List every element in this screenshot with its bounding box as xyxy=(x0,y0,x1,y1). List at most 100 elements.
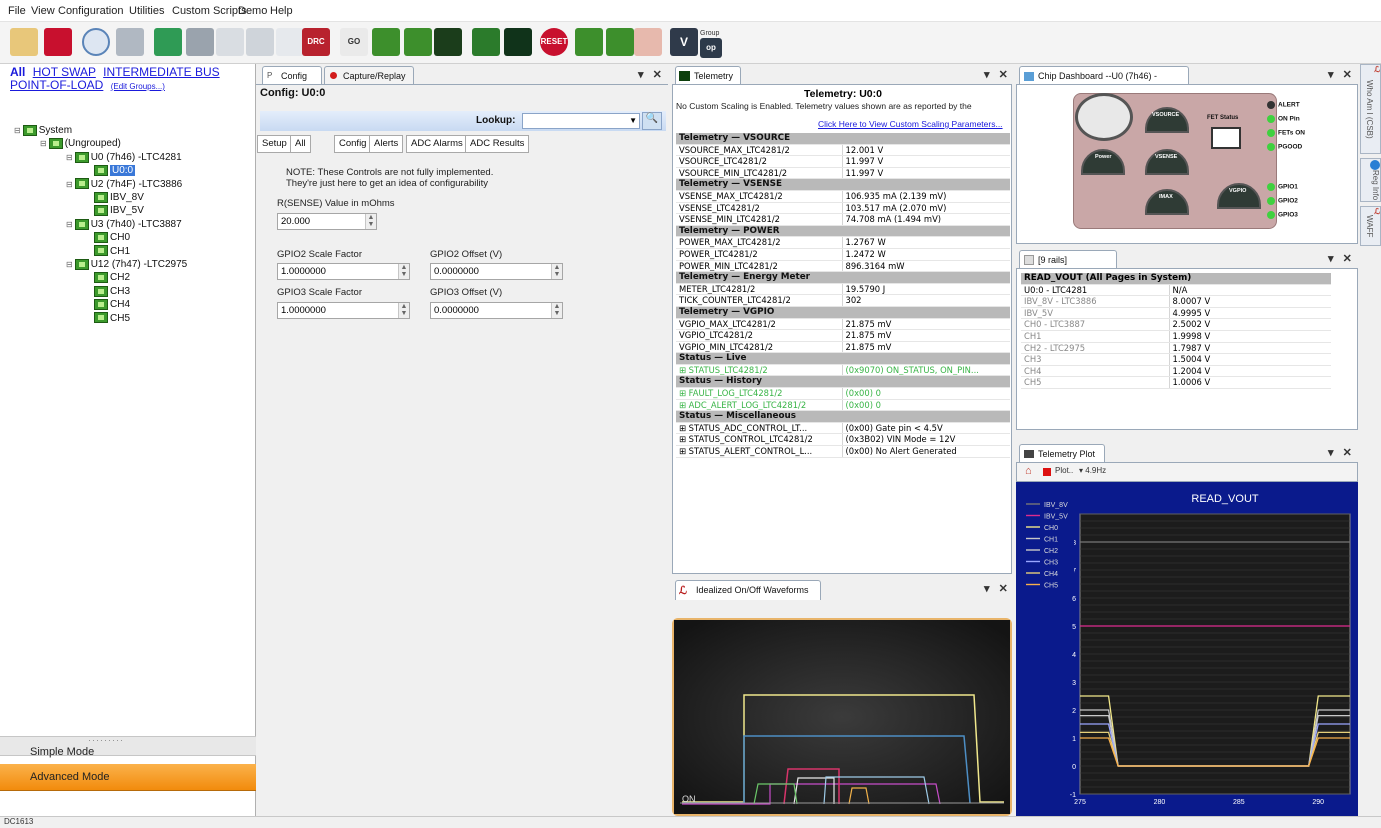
menu-view[interactable]: View xyxy=(31,5,55,17)
telemetry-row[interactable]: VSOURCE_MAX_LTC4281/2 12.001 V xyxy=(676,144,1010,157)
menu-help[interactable]: Help xyxy=(270,5,293,17)
edit-groups-link[interactable]: (Edit Groups...) xyxy=(111,82,165,91)
tab-telemetry[interactable]: Telemetry xyxy=(675,66,741,86)
nvm-to-ram-icon[interactable] xyxy=(404,28,432,56)
console-icon[interactable] xyxy=(504,28,532,56)
read-vout-row[interactable]: CH2 - LTC2975 1.7987 V xyxy=(1021,342,1331,355)
subtab-config[interactable]: Config xyxy=(334,135,372,153)
read-vout-row[interactable]: U0:0 - LTC4281 N/A xyxy=(1021,284,1331,297)
rsense-field[interactable]: 20.000 xyxy=(277,213,377,230)
tree-expander-icon[interactable]: ⊟ xyxy=(40,139,47,148)
cf-icon[interactable] xyxy=(472,28,500,56)
read-vout-menu-close-icon[interactable]: ▾ ✕ xyxy=(1328,252,1355,265)
tab-chip-dashboard[interactable]: Chip Dashboard --U0 (7h46) -LTC4281 xyxy=(1019,66,1189,99)
lookup-search-icon[interactable]: 🔍 xyxy=(642,112,662,130)
splitter-grip[interactable]: ········· xyxy=(88,735,124,745)
menu-demo[interactable]: Demo xyxy=(238,5,267,17)
telemetry-row[interactable]: VSENSE_MIN_LTC4281/2 74.708 mA (1.494 mV) xyxy=(676,213,1010,226)
waveforms-menu-close-icon[interactable]: ▾ ✕ xyxy=(984,582,1011,595)
subtab-adc-alarms[interactable]: ADC Alarms xyxy=(406,135,468,153)
telemetry-row[interactable]: ⊞ FAULT_LOG_LTC4281/2 (0x00) 0 xyxy=(676,387,1010,400)
tree-node[interactable]: IBV_8V xyxy=(92,191,144,204)
chip-search-icon[interactable] xyxy=(116,28,144,56)
rsense-spin[interactable]: ▲ ▼ xyxy=(365,214,376,229)
tree-expander-icon[interactable]: ⊟ xyxy=(66,180,73,189)
lookup-select[interactable]: ▼ xyxy=(522,113,640,129)
dashboard-menu-close-icon[interactable]: ▾ ✕ xyxy=(1328,68,1355,81)
side-tab-reg-info[interactable]: Reg Info xyxy=(1360,158,1381,202)
tree-node[interactable]: CH4 xyxy=(92,298,130,311)
read-vout-row[interactable]: CH4 1.2004 V xyxy=(1021,365,1331,378)
read-vout-row[interactable]: CH1 1.9998 V xyxy=(1021,330,1331,343)
reset-button[interactable]: RESET xyxy=(540,28,568,56)
telemetry-row[interactable]: TICK_COUNTER_LTC4281/2 302 xyxy=(676,294,1010,307)
tab-read-vout[interactable]: [9 rails] READ_VOUT xyxy=(1019,250,1117,283)
tree-expander-icon[interactable]: ⊟ xyxy=(66,260,73,269)
filter-intermediate-bus[interactable]: INTERMEDIATE BUS xyxy=(103,65,219,79)
tree-expander-icon[interactable]: ⊟ xyxy=(14,126,21,135)
v-button[interactable]: V xyxy=(670,28,698,56)
nvm-ram-icon[interactable] xyxy=(606,28,634,56)
tree-node[interactable]: ⊟ (Ungrouped) xyxy=(40,137,121,150)
telemetry-row[interactable]: VSENSE_LTC4281/2 103.517 mA (2.070 mV) xyxy=(676,202,1010,215)
clipboard-icon[interactable] xyxy=(246,28,274,56)
drc-button[interactable]: DRC xyxy=(302,28,330,56)
custom-scaling-link[interactable]: Click Here to View Custom Scaling Parame… xyxy=(818,119,1003,129)
gpio2-scale-field[interactable]: 1.0000000 xyxy=(277,263,410,280)
telemetry-row[interactable]: ⊞ STATUS_ALERT_CONTROL_L... (0x00) No Ale… xyxy=(676,445,1010,458)
telemetry-row[interactable]: POWER_MIN_LTC4281/2 896.3164 mW xyxy=(676,260,1010,273)
telemetry-row[interactable]: VSOURCE_LTC4281/2 11.997 V xyxy=(676,155,1010,168)
plot-rate[interactable]: ▾ 4.9Hz xyxy=(1079,466,1106,475)
go-button[interactable]: GO xyxy=(340,28,368,56)
tree-node[interactable]: ⊟ U0 (7h46) -LTC4281 xyxy=(66,151,182,164)
filter-all[interactable]: All xyxy=(10,65,25,79)
filter-hot-swap[interactable]: HOT SWAP xyxy=(33,65,96,79)
chip-icon[interactable] xyxy=(154,28,182,56)
telemetry-row[interactable]: METER_LTC4281/2 19.5790 J xyxy=(676,283,1010,296)
tree-node[interactable]: U0:0 xyxy=(92,164,136,177)
telemetry-menu-close-icon[interactable]: ▾ ✕ xyxy=(984,68,1011,81)
grid-icon[interactable] xyxy=(186,28,214,56)
subtab-setup[interactable]: Setup xyxy=(257,135,292,153)
tree-node[interactable]: ⊟ U2 (7h4F) -LTC3886 xyxy=(66,178,182,191)
read-vout-row[interactable]: CH3 1.5004 V xyxy=(1021,353,1331,366)
advanced-mode-button[interactable]: Advanced Mode xyxy=(0,764,256,791)
read-vout-row[interactable]: IBV_5V 4.9995 V xyxy=(1021,307,1331,320)
tree-node[interactable]: ⊟ U3 (7h40) -LTC3887 xyxy=(66,218,182,231)
fl-icon[interactable] xyxy=(634,28,662,56)
telemetry-row[interactable]: VGPIO_MAX_LTC4281/2 21.875 mV xyxy=(676,318,1010,331)
simple-mode-button[interactable]: Simple Mode xyxy=(30,746,94,758)
tree-node[interactable]: CH5 xyxy=(92,312,130,325)
tree-node[interactable]: IBV_5V xyxy=(92,204,144,217)
subtab-adc-results[interactable]: ADC Results xyxy=(465,135,530,153)
menu-utilities[interactable]: Utilities xyxy=(129,5,164,17)
gpio3-offset-field[interactable]: 0.0000000 xyxy=(430,302,563,319)
gpio3-scale-field[interactable]: 1.0000000 xyxy=(277,302,410,319)
gpio2-scale-spin[interactable]: ▲ ▼ xyxy=(398,264,409,279)
menu-configuration[interactable]: Configuration xyxy=(58,5,123,17)
plot-menu-close-icon[interactable]: ▾ ✕ xyxy=(1328,446,1355,459)
telemetry-row[interactable]: VGPIO_LTC4281/2 21.875 mV xyxy=(676,329,1010,342)
gpio3-scale-spin[interactable]: ▲ ▼ xyxy=(398,303,409,318)
home-icon[interactable]: ⌂ xyxy=(1025,465,1032,477)
subtab-all[interactable]: All xyxy=(290,135,311,153)
telemetry-row[interactable]: ⊞ STATUS_ADC_CONTROL_LT... (0x00) Gate pi… xyxy=(676,422,1010,435)
ram-to-nvm-icon[interactable] xyxy=(372,28,400,56)
tab-capture-replay[interactable]: Capture/Replay xyxy=(324,66,414,86)
tree-expander-icon[interactable]: ⊟ xyxy=(66,153,73,162)
document-icon[interactable] xyxy=(216,28,244,56)
search-icon[interactable] xyxy=(82,28,110,56)
paste-icon[interactable] xyxy=(276,28,304,56)
side-tab-who-am-i[interactable]: ℒ Who Am I (CSB) xyxy=(1360,64,1381,154)
tab-telemetry-plot[interactable]: Telemetry Plot xyxy=(1019,444,1105,464)
menu-custom-scripts[interactable]: Custom Scripts xyxy=(172,5,247,17)
telemetry-row[interactable]: VGPIO_MIN_LTC4281/2 21.875 mV xyxy=(676,341,1010,354)
save-icon[interactable] xyxy=(44,28,72,56)
read-vout-row[interactable]: CH0 - LTC3887 2.5002 V xyxy=(1021,318,1331,331)
gpio2-offset-spin[interactable]: ▲ ▼ xyxy=(551,264,562,279)
group-op-button[interactable]: op xyxy=(700,38,722,58)
subtab-alerts[interactable]: Alerts xyxy=(369,135,404,153)
tree-node[interactable]: CH0 xyxy=(92,231,130,244)
side-tab-waff[interactable]: ℒ WAFF xyxy=(1360,206,1381,246)
monitor-icon[interactable] xyxy=(434,28,462,56)
